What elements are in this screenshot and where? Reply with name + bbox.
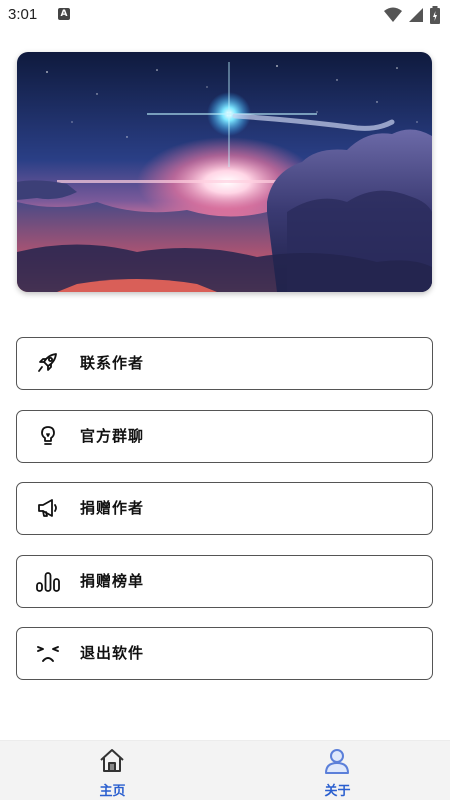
menu-item-donation-ranking[interactable]: 捐赠榜单 — [16, 555, 433, 608]
megaphone-icon — [38, 499, 57, 517]
bar-chart-icon — [36, 572, 60, 592]
notification-badge: A — [58, 8, 70, 20]
tab-about[interactable]: 关于 — [225, 741, 450, 800]
status-time: 3:01 — [8, 6, 38, 23]
menu-label: 捐赠榜单 — [80, 572, 145, 590]
tab-home[interactable]: 主页 — [0, 741, 225, 800]
status-icons — [384, 6, 440, 24]
user-icon — [325, 749, 349, 774]
menu-label: 捐赠作者 — [80, 499, 145, 517]
lightbulb-icon — [41, 426, 55, 445]
sad-face-icon — [37, 646, 59, 662]
menu-label: 退出软件 — [80, 644, 145, 662]
menu-item-official-group[interactable]: 官方群聊 — [16, 410, 433, 463]
tab-about-label: 关于 — [324, 784, 351, 799]
battery-icon — [430, 6, 440, 24]
home-icon — [100, 749, 124, 772]
banner-image — [17, 52, 432, 292]
menu-item-contact-author[interactable]: 联系作者 — [16, 337, 433, 390]
status-bar: 3:01 A — [0, 0, 450, 30]
menu-label: 官方群聊 — [80, 427, 145, 445]
bottom-nav: 主页 关于 — [0, 740, 450, 800]
wifi-icon — [384, 7, 402, 22]
signal-icon — [409, 8, 423, 22]
rocket-icon — [38, 353, 57, 372]
tab-home-label: 主页 — [99, 784, 126, 799]
menu-item-exit-app[interactable]: 退出软件 — [16, 627, 433, 680]
menu-item-donate-author[interactable]: 捐赠作者 — [16, 482, 433, 535]
menu-label: 联系作者 — [80, 354, 145, 372]
